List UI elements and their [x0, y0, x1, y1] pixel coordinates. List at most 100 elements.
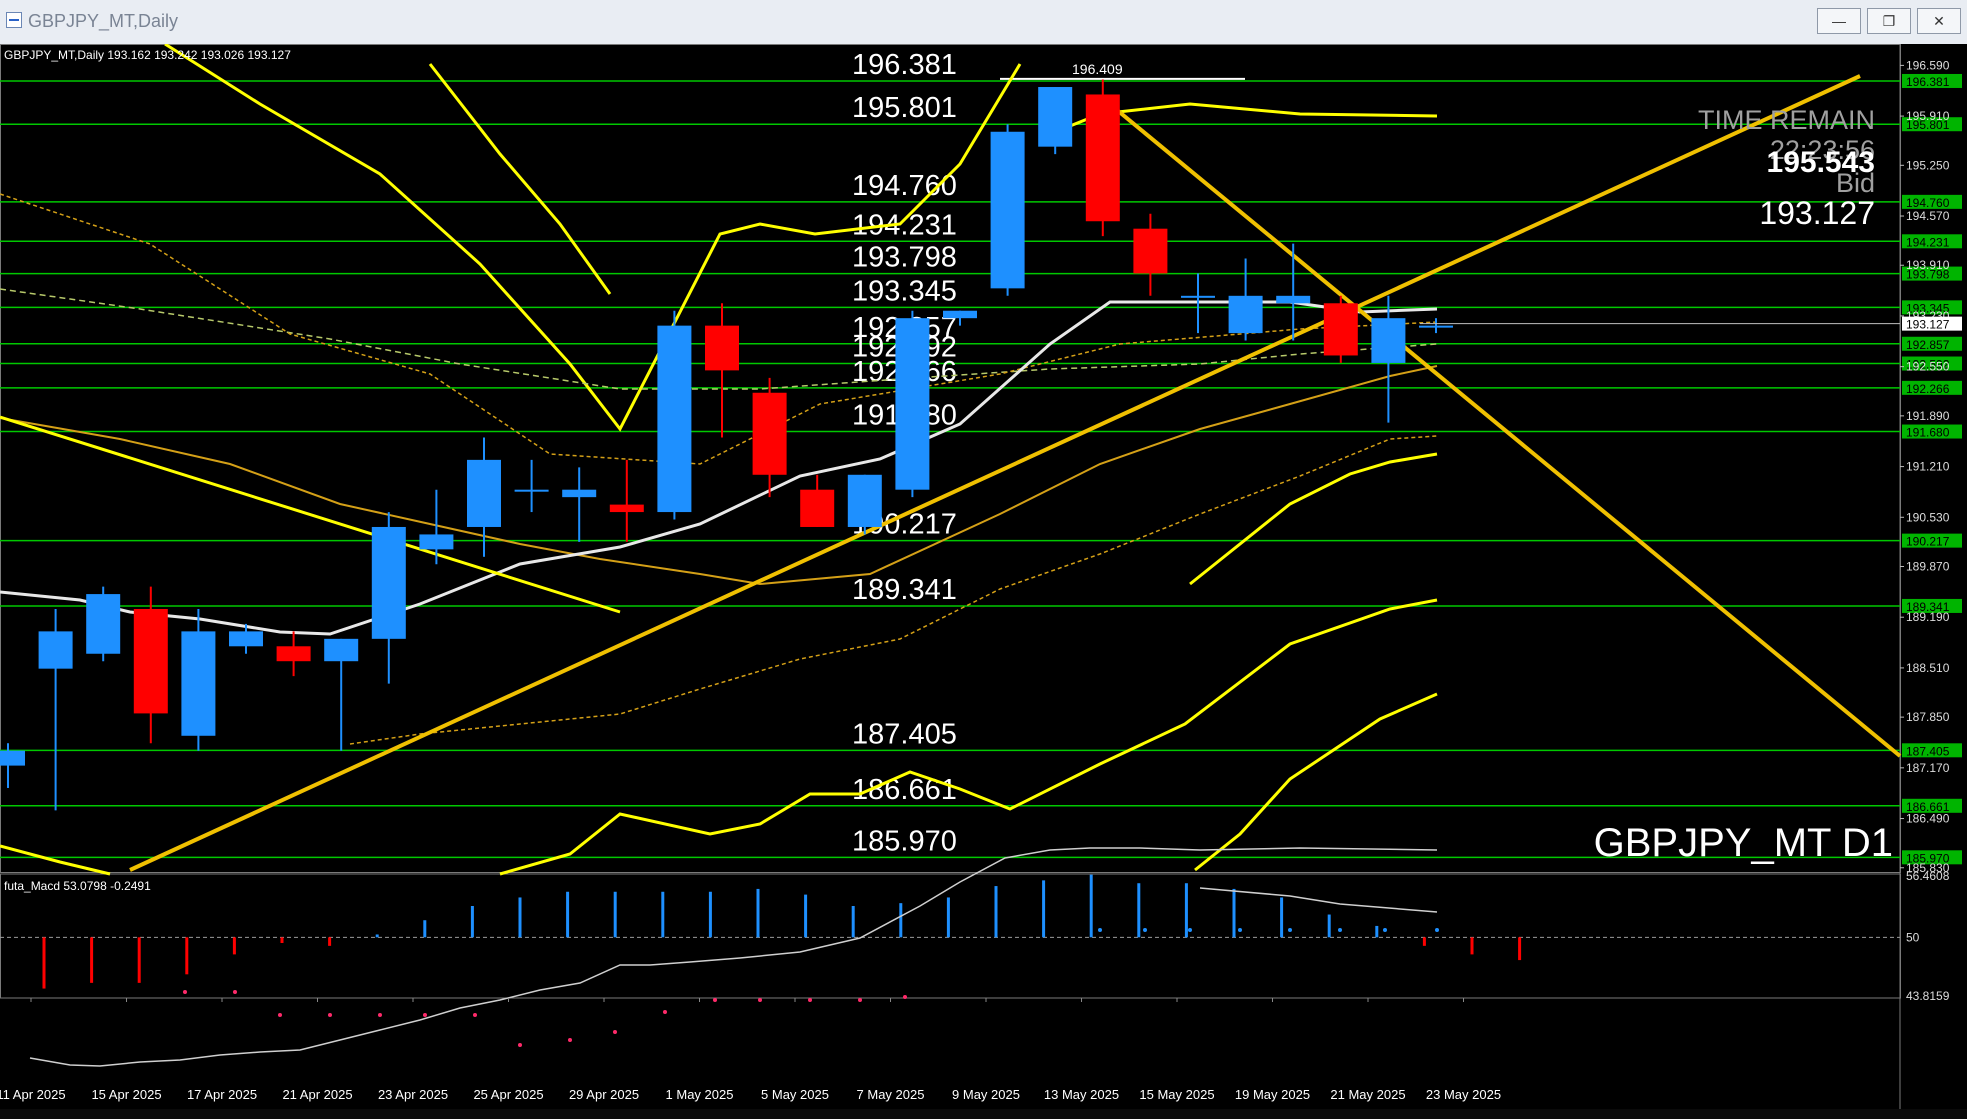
macd-dot	[183, 990, 187, 994]
x-tick-label: 9 May 2025	[952, 1087, 1020, 1102]
level-price-tag-text: 191.680	[1906, 426, 1950, 440]
macd-dot	[328, 1013, 332, 1017]
candle-bull	[657, 325, 692, 513]
macd-y-tick: 56.4608	[1906, 869, 1950, 883]
y-tick-label: 188.510	[1906, 661, 1950, 675]
y-tick-label: 190.530	[1906, 510, 1950, 524]
minimize-button[interactable]: —	[1817, 8, 1861, 34]
macd-dot	[233, 990, 237, 994]
x-tick-label: 21 May 2025	[1330, 1087, 1405, 1102]
x-tick-label: 21 Apr 2025	[282, 1087, 352, 1102]
candle-bear	[1323, 303, 1358, 356]
y-tick-label: 192.550	[1906, 360, 1950, 374]
macd-dot	[1143, 928, 1147, 932]
level-label: 196.381	[852, 49, 957, 81]
macd-y-tick: 43.8159	[1906, 989, 1950, 1003]
macd-dot	[518, 1043, 522, 1047]
y-tick-label: 187.850	[1906, 710, 1950, 724]
candle-bull	[38, 631, 73, 669]
macd-dot	[713, 998, 717, 1002]
symbol-big-label: GBPJPY_MT D1	[1594, 821, 1893, 865]
candle-bull	[1419, 325, 1453, 328]
candle-bull	[229, 631, 263, 647]
bid-value: 193.127	[1759, 195, 1875, 231]
level-label: 195.801	[852, 92, 957, 124]
macd-dot	[858, 998, 862, 1002]
x-tick-label: 19 May 2025	[1235, 1087, 1310, 1102]
y-tick-label: 191.210	[1906, 460, 1950, 474]
y-tick-label: 194.570	[1906, 209, 1950, 223]
level-label: 193.798	[852, 242, 957, 274]
x-tick-label: 17 Apr 2025	[187, 1087, 257, 1102]
candle-bull	[990, 131, 1025, 289]
candle-bull	[514, 489, 549, 492]
candle-bull	[181, 631, 216, 736]
candle-bull	[0, 750, 25, 766]
level-price-tag-text: 194.231	[1906, 235, 1950, 249]
level-label: 187.405	[852, 718, 957, 750]
x-tick-label: 15 May 2025	[1139, 1087, 1214, 1102]
y-tick-label: 195.250	[1906, 158, 1950, 172]
macd-y-tick: 50	[1906, 930, 1920, 944]
macd-title: futa_Macd 53.0798 -0.2491	[4, 879, 151, 893]
macd-dot	[568, 1038, 572, 1042]
macd-dot	[1238, 928, 1242, 932]
candle-bull	[562, 489, 597, 498]
macd-dot	[1383, 928, 1387, 932]
level-label: 185.970	[852, 825, 957, 857]
x-tick-label: 11 Apr 2025	[0, 1087, 66, 1102]
macd-dot	[1435, 928, 1439, 932]
candle-bear	[609, 504, 644, 513]
candle-bull	[1371, 318, 1406, 363]
price-chart[interactable]: 196.381196.381195.801195.801194.760194.7…	[0, 44, 1967, 1109]
candle-bull	[895, 318, 930, 490]
macd-dot	[1188, 928, 1192, 932]
bid-label: Bid	[1836, 168, 1875, 198]
x-tick-label: 7 May 2025	[857, 1087, 925, 1102]
candle-bear	[705, 325, 739, 371]
candle-bear	[276, 646, 311, 662]
candle-bull	[1181, 295, 1215, 298]
close-button[interactable]: ✕	[1917, 8, 1961, 34]
macd-dot	[903, 995, 907, 999]
peak-label: 196.409	[1072, 61, 1123, 77]
level-label: 193.345	[852, 275, 957, 307]
macd-dot	[1338, 928, 1342, 932]
candle-bull	[371, 526, 406, 639]
macd-dot	[808, 998, 812, 1002]
restore-button[interactable]: ❐	[1867, 8, 1911, 34]
candle-bull	[1228, 295, 1263, 334]
level-label: 194.231	[852, 209, 957, 241]
app-icon	[6, 12, 22, 28]
macd-dot	[1288, 928, 1292, 932]
y-tick-label: 196.590	[1906, 58, 1950, 72]
x-tick-label: 25 Apr 2025	[473, 1087, 543, 1102]
window-footer	[0, 1109, 1967, 1119]
x-tick-label: 23 Apr 2025	[378, 1087, 448, 1102]
macd-dot	[378, 1013, 382, 1017]
level-price-tag-text: 190.217	[1906, 535, 1950, 549]
x-tick-label: 1 May 2025	[666, 1087, 734, 1102]
candle-bear	[1133, 228, 1168, 274]
candle-bull	[847, 474, 882, 527]
candle-bull	[1276, 295, 1311, 304]
candle-bull	[324, 638, 359, 662]
y-tick-label: 191.890	[1906, 409, 1950, 423]
y-tick-label: 186.490	[1906, 812, 1950, 826]
chart-background	[0, 44, 1967, 1109]
level-price-tag-text: 187.405	[1906, 744, 1950, 758]
macd-dot	[1098, 928, 1102, 932]
candle-bull	[86, 594, 121, 654]
level-label: 194.760	[852, 170, 957, 202]
level-price-tag-text: 194.760	[1906, 196, 1950, 210]
current-price-tag-text: 193.127	[1906, 318, 1950, 332]
macd-dot	[278, 1013, 282, 1017]
candle-bear	[752, 392, 787, 475]
x-tick-label: 23 May 2025	[1426, 1087, 1501, 1102]
level-price-tag-text: 192.857	[1906, 338, 1950, 352]
candle-bear	[800, 489, 835, 527]
x-tick-label: 13 May 2025	[1044, 1087, 1119, 1102]
candle-bull	[1038, 87, 1073, 147]
macd-dot	[663, 1010, 667, 1014]
candle-bear	[1085, 94, 1120, 222]
